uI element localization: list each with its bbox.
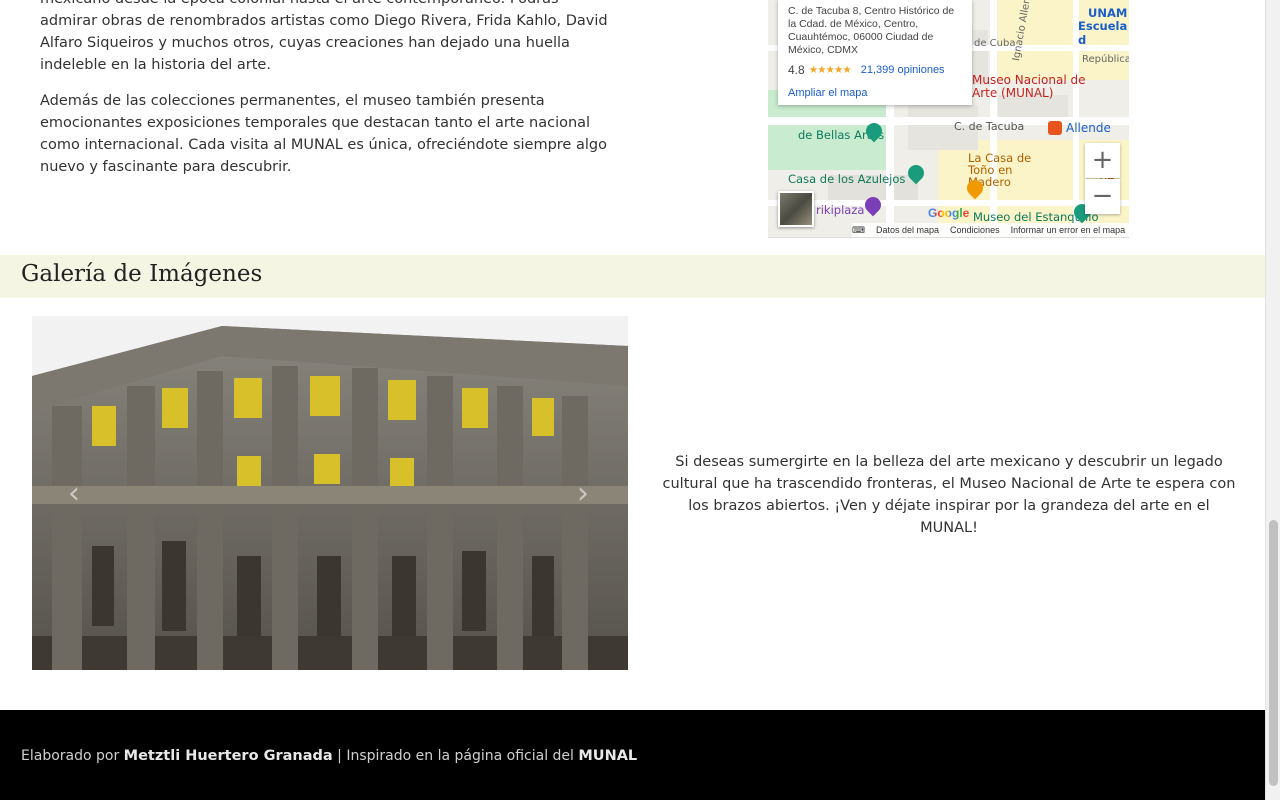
metro-icon: [1048, 121, 1062, 135]
footer-author: Metztli Huertero Granada: [123, 748, 333, 764]
footer-middle: | Inspirado en la página oficial del: [332, 748, 579, 764]
carousel-prev-icon[interactable]: ‹: [68, 476, 80, 511]
map-label-escuela: Escuela d: [1078, 19, 1128, 47]
gallery-carousel-image[interactable]: ‹ ›: [32, 316, 628, 670]
star-rating-icon: ★★★★★: [808, 64, 852, 76]
page-scrollbar[interactable]: [1265, 0, 1280, 800]
zoom-in-button[interactable]: +: [1085, 143, 1120, 178]
reviews-link[interactable]: 21,399 opiniones: [861, 64, 945, 76]
intro-text: mexicano desde la época colonial hasta e…: [40, 0, 615, 192]
map-label-republica: República: [1082, 54, 1129, 65]
carousel-next-icon[interactable]: ›: [577, 476, 589, 511]
page-footer: Elaborado por Metztli Huertero Granada |…: [0, 710, 1265, 800]
map-label-cuba: de Cuba: [974, 38, 1016, 49]
map-label-azulejos: Casa de los Azulejos: [788, 172, 906, 186]
google-logo-text: Google: [928, 206, 970, 220]
satellite-view-thumbnail[interactable]: [778, 191, 814, 227]
place-info-card: C. de Tacuba 8, Centro Histórico de la C…: [778, 0, 972, 105]
enlarge-map-link[interactable]: Ampliar el mapa: [788, 87, 962, 99]
museum-facade-photo: [32, 316, 628, 670]
intro-paragraph-2: Además de las colecciones permanentes, e…: [40, 93, 607, 175]
place-rating: 4.8 ★★★★★ 21,399 opiniones: [788, 63, 962, 77]
scrollbar-thumb[interactable]: [1269, 520, 1278, 786]
footer-credit: Elaborado por Metztli Huertero Granada |…: [21, 748, 637, 764]
map-label-allende: Allende: [1066, 121, 1111, 135]
map-report-link[interactable]: Informar un error en el mapa: [1011, 225, 1126, 235]
gallery-description: Si deseas sumergirte en la belleza del a…: [662, 454, 1236, 536]
gallery-title: Galería de Imágenes: [21, 261, 263, 287]
map-data-link[interactable]: Datos del mapa: [876, 225, 939, 235]
map-label-frikiplaza: rikiplaza: [816, 203, 865, 217]
footer-munal-link[interactable]: MUNAL: [578, 748, 637, 764]
google-logo: Google: [928, 206, 969, 220]
map-terms-link[interactable]: Condiciones: [950, 225, 1000, 235]
map-label-unam: UNAM: [1088, 6, 1128, 20]
map-label-munal[interactable]: Museo Nacional de Arte (MUNAL): [972, 74, 1092, 100]
intro-paragraph-1: mexicano desde la época colonial hasta e…: [40, 0, 608, 73]
place-address: C. de Tacuba 8, Centro Histórico de la C…: [788, 5, 955, 56]
footer-prefix: Elaborado por: [21, 748, 124, 764]
rating-value: 4.8: [788, 63, 805, 77]
map-label-tacuba: C. de Tacuba: [954, 120, 1025, 133]
embedded-map[interactable]: UNAM Escuela d de Cuba República Ignacio…: [768, 0, 1129, 238]
zoom-out-button[interactable]: −: [1085, 179, 1120, 214]
map-attribution-bar: ⌨ Datos del mapa Condiciones Informar un…: [852, 223, 1129, 237]
keyboard-shortcuts-icon[interactable]: ⌨: [852, 225, 865, 236]
gallery-header: Galería de Imágenes: [0, 255, 1265, 298]
